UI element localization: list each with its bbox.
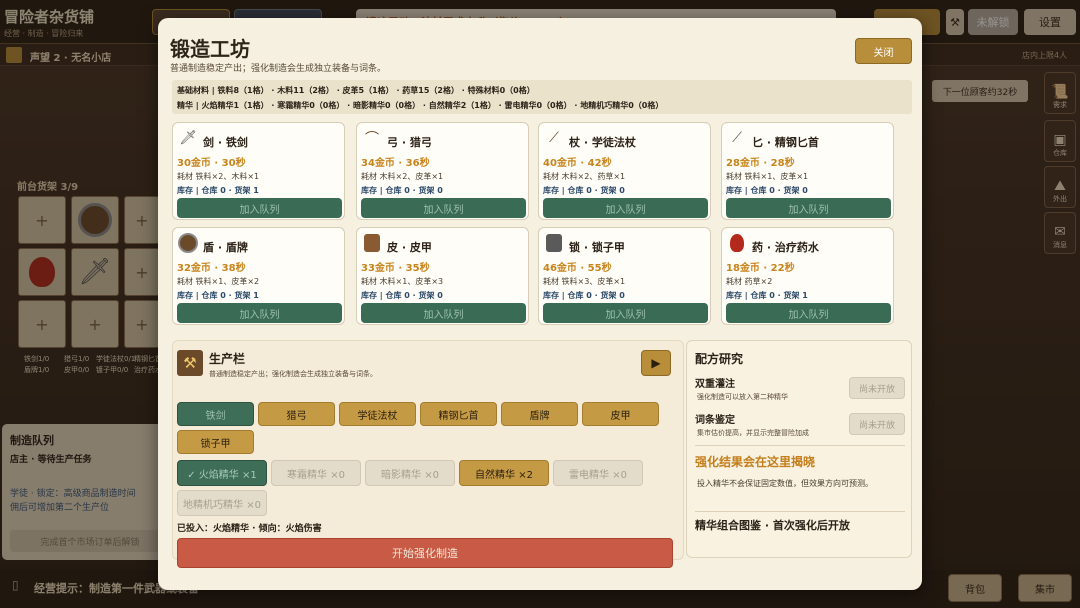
- recipe-name: 弓 · 猎弓: [387, 136, 432, 149]
- recipe-cost: 耗材 铁料×1、皮革×2: [177, 277, 260, 286]
- sword-icon: 🗡: [179, 130, 197, 146]
- recipe-price: 28金币 · 28秒: [726, 158, 795, 169]
- recipe-card-hunting-bow: ⌒ 弓 · 猎弓 34金币 · 36秒 耗材 木料×2、皮革×1 库存 | 仓库…: [356, 122, 529, 220]
- enqueue-button[interactable]: 加入队列: [177, 303, 342, 323]
- enqueue-button[interactable]: 加入队列: [177, 198, 342, 218]
- recipe-price: 30金币 · 30秒: [177, 158, 246, 169]
- bow-icon: ⌒: [365, 131, 379, 147]
- enqueue-button[interactable]: 加入队列: [361, 198, 526, 218]
- staff-icon: ⟋: [549, 130, 559, 146]
- recipe-name: 药 · 治疗药水: [752, 241, 819, 254]
- recipe-price: 46金币 · 55秒: [543, 263, 612, 274]
- divider: [695, 511, 905, 512]
- research-desc: 强化制造可以放入第二种精华: [697, 393, 788, 401]
- recipe-price: 32金币 · 38秒: [177, 263, 246, 274]
- enqueue-button[interactable]: 加入队列: [543, 303, 708, 323]
- forge-modal: 锻造工坊 普通制造稳定产出；强化制造会生成独立装备与词条。 关闭 基础材料 | …: [158, 18, 922, 590]
- recipe-name: 剑 · 铁剑: [203, 136, 248, 149]
- enqueue-button[interactable]: 加入队列: [361, 303, 526, 323]
- recipe-stock: 库存 | 仓库 0 · 货架 1: [177, 291, 259, 300]
- recipe-name: 匕 · 精钢匕首: [752, 136, 819, 149]
- chainmail-icon: [543, 232, 565, 254]
- recipe-stock: 库存 | 仓库 0 · 货架 0: [726, 186, 808, 195]
- essence-chip-frost[interactable]: 寒霜精华 ×0: [271, 460, 361, 486]
- reveal-title: 强化结果会在这里揭晓: [695, 455, 816, 469]
- recipe-name: 锁 · 锁子甲: [569, 241, 625, 254]
- recipe-card-steel-dagger: ⟋ 匕 · 精钢匕首 28金币 · 28秒 耗材 铁料×1、皮革×1 库存 | …: [721, 122, 894, 220]
- essence-chip-shadow[interactable]: 暗影精华 ×0: [365, 460, 455, 486]
- research-name: 词条鉴定: [695, 415, 735, 426]
- reveal-desc: 投入精华不会保证固定数值，但效果方向可预测。: [697, 479, 873, 488]
- recipe-stock: 库存 | 仓库 0 · 货架 1: [177, 186, 259, 195]
- recipe-cost: 耗材 木料×2、皮革×1: [361, 172, 444, 181]
- start-enhance-button[interactable]: 开始强化制造: [177, 538, 673, 568]
- recipe-price: 33金币 · 35秒: [361, 263, 430, 274]
- production-panel: ⚒ 生产栏 普通制造稳定产出；强化制造会生成独立装备与词条。 ▶ 铁剑 猎弓 学…: [172, 340, 684, 568]
- essence-chip-fire[interactable]: ✓ 火焰精华 ×1: [177, 460, 267, 486]
- essence-chip-nature[interactable]: 自然精华 ×2: [459, 460, 549, 486]
- materials-basic: 基础材料 | 铁料8（1格） · 木料11（2格） · 皮革5（1格） · 药草…: [177, 86, 535, 95]
- recipe-name: 杖 · 学徒法杖: [569, 136, 636, 149]
- enqueue-button[interactable]: 加入队列: [543, 198, 708, 218]
- recipe-cost: 耗材 铁料×3、皮革×1: [543, 277, 626, 286]
- leather-armor-icon: [361, 232, 383, 254]
- production-subtitle: 普通制造稳定产出；强化制造会生成独立装备与词条。: [209, 370, 377, 378]
- play-button[interactable]: ▶: [641, 350, 671, 376]
- essence-codex: 精华组合图鉴 · 首次强化后开放: [695, 519, 850, 532]
- research-name: 双重灌注: [695, 379, 735, 390]
- item-chip-steel-dagger[interactable]: 精钢匕首: [420, 402, 497, 426]
- divider: [695, 445, 905, 446]
- recipe-price: 18金币 · 22秒: [726, 263, 795, 274]
- recipe-card-iron-sword: 🗡 剑 · 铁剑 30金币 · 30秒 耗材 铁料×2、木料×1 库存 | 仓库…: [172, 122, 345, 220]
- item-chip-hunting-bow[interactable]: 猎弓: [258, 402, 335, 426]
- recipe-card-healing-potion: 药 · 治疗药水 18金币 · 22秒 耗材 药草×2 库存 | 仓库 0 · …: [721, 227, 894, 325]
- recipe-cost: 耗材 铁料×1、皮革×1: [726, 172, 809, 181]
- materials-essence: 精华 | 火焰精华1（1格） · 寒霜精华0（0格） · 暗影精华0（0格） ·…: [177, 101, 664, 110]
- essence-chip-thunder[interactable]: 雷电精华 ×0: [553, 460, 643, 486]
- item-chip-chainmail[interactable]: 锁子甲: [177, 430, 254, 454]
- recipe-price: 34金币 · 36秒: [361, 158, 430, 169]
- play-icon: ▶: [651, 356, 661, 370]
- production-title: 生产栏: [209, 352, 246, 366]
- close-button[interactable]: 关闭: [855, 38, 912, 64]
- essence-chip-goblin-gadget[interactable]: 地精机巧精华 ×0: [177, 490, 267, 516]
- research-locked-button[interactable]: 尚未开放: [849, 413, 905, 435]
- recipe-stock: 库存 | 仓库 0 · 货架 0: [543, 291, 625, 300]
- materials-box: 基础材料 | 铁料8（1格） · 木料11（2格） · 皮革5（1格） · 药草…: [172, 80, 912, 114]
- recipe-name: 皮 · 皮甲: [387, 241, 432, 254]
- research-locked-button[interactable]: 尚未开放: [849, 377, 905, 399]
- recipe-card-leather-armor: 皮 · 皮甲 33金币 · 35秒 耗材 木料×1、皮革×3 库存 | 仓库 0…: [356, 227, 529, 325]
- dagger-icon: ⟋: [732, 130, 742, 146]
- invested-essence: 已投入：火焰精华 · 倾向：火焰伤害: [177, 524, 322, 534]
- item-chip-iron-sword[interactable]: 铁剑: [177, 402, 254, 426]
- recipe-card-shield: 盾 · 盾牌 32金币 · 38秒 耗材 铁料×1、皮革×2 库存 | 仓库 0…: [172, 227, 345, 325]
- item-chip-apprentice-staff[interactable]: 学徒法杖: [339, 402, 416, 426]
- modal-subtitle: 普通制造稳定产出；强化制造会生成独立装备与词条。: [170, 64, 387, 74]
- research-title: 配方研究: [695, 352, 744, 366]
- recipe-stock: 库存 | 仓库 0 · 货架 0: [361, 186, 443, 195]
- research-desc: 集市估价提高，并显示完整冒险加成: [697, 429, 809, 437]
- recipe-price: 40金币 · 42秒: [543, 158, 612, 169]
- item-chip-leather-armor[interactable]: 皮甲: [582, 402, 659, 426]
- recipe-stock: 库存 | 仓库 0 · 货架 0: [543, 186, 625, 195]
- research-panel: 配方研究 双重灌注 强化制造可以放入第二种精华 尚未开放 词条鉴定 集市估价提高…: [686, 340, 912, 558]
- enqueue-button[interactable]: 加入队列: [726, 198, 891, 218]
- item-chip-shield[interactable]: 盾牌: [501, 402, 578, 426]
- hammer-icon: ⚒: [177, 350, 203, 376]
- recipe-cost: 耗材 铁料×2、木料×1: [177, 172, 260, 181]
- recipe-card-chainmail: 锁 · 锁子甲 46金币 · 55秒 耗材 铁料×3、皮革×1 库存 | 仓库 …: [538, 227, 711, 325]
- recipe-cost: 耗材 木料×2、药草×1: [543, 172, 626, 181]
- recipe-stock: 库存 | 仓库 0 · 货架 1: [726, 291, 808, 300]
- modal-title: 锻造工坊: [170, 37, 250, 61]
- recipe-cost: 耗材 木料×1、皮革×3: [361, 277, 444, 286]
- shield-icon: [177, 232, 199, 254]
- recipe-cost: 耗材 药草×2: [726, 277, 773, 286]
- potion-icon: [726, 232, 748, 254]
- recipe-stock: 库存 | 仓库 0 · 货架 0: [361, 291, 443, 300]
- recipe-card-apprentice-staff: ⟋ 杖 · 学徒法杖 40金币 · 42秒 耗材 木料×2、药草×1 库存 | …: [538, 122, 711, 220]
- enqueue-button[interactable]: 加入队列: [726, 303, 891, 323]
- recipe-name: 盾 · 盾牌: [203, 241, 248, 254]
